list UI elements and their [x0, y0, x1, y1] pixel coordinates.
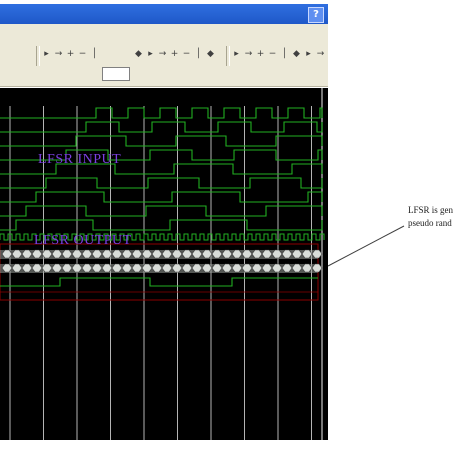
zoom-in-icon[interactable]: +	[66, 47, 75, 62]
cursor-icon[interactable]: │	[90, 47, 99, 62]
zoom-out-icon[interactable]: −	[268, 47, 277, 62]
input-signal	[0, 121, 323, 133]
run-icon[interactable]: ▸	[232, 47, 241, 62]
zoom-out-icon[interactable]: −	[78, 47, 87, 62]
run-icon[interactable]: ▸	[42, 47, 51, 62]
step-icon[interactable]: →	[244, 47, 253, 62]
step-icon[interactable]: →	[54, 47, 63, 62]
zoom-field[interactable]	[102, 67, 130, 81]
zoom-in-icon[interactable]: +	[256, 47, 265, 62]
input-signal	[0, 191, 323, 203]
simulator-window: ? ▸ → + − │ ◆ ▸ → + − │ ◆ ▸ → + − │ ◆ ▸ → LFSR INPUT LFSR O…	[0, 0, 328, 440]
input-signal	[0, 219, 323, 231]
cursor-icon[interactable]: │	[280, 47, 289, 62]
toolbar-separator	[36, 46, 40, 66]
annotation-pointer	[327, 225, 405, 267]
annotation-line-2: pseudo rand	[408, 218, 452, 228]
input-signal	[0, 205, 323, 217]
lfsr-output-label: LFSR OUTPUT	[34, 233, 132, 248]
cursor-icon[interactable]: │	[194, 47, 203, 62]
input-signal	[0, 177, 323, 189]
input-signal	[0, 135, 323, 147]
toolbar-separator	[226, 46, 230, 66]
marker-icon[interactable]: ◆	[206, 47, 215, 62]
run-icon[interactable]: ▸	[146, 47, 155, 62]
lfsr-input-label: LFSR INPUT	[38, 152, 122, 167]
toolbar: ▸ → + − │ ◆ ▸ → + − │ ◆ ▸ → + − │ ◆ ▸ →	[0, 24, 328, 87]
input-signal	[0, 107, 323, 119]
marker-icon[interactable]: ◆	[134, 47, 143, 62]
output-signal	[0, 277, 318, 287]
zoom-in-icon[interactable]: +	[170, 47, 179, 62]
annotation-line	[327, 225, 405, 267]
marker-icon[interactable]: ◆	[292, 47, 301, 62]
annotation-text: LFSR is gen pseudo rand	[408, 204, 474, 230]
waveform-viewer[interactable]: LFSR INPUT LFSR OUTPUT	[0, 88, 328, 440]
step-icon[interactable]: →	[158, 47, 167, 62]
title-bar: ?	[0, 4, 328, 24]
annotation-line-1: LFSR is gen	[408, 205, 454, 215]
waveform-canvas	[0, 88, 325, 440]
run-icon[interactable]: ▸	[304, 47, 313, 62]
help-button[interactable]: ?	[308, 7, 324, 23]
zoom-out-icon[interactable]: −	[182, 47, 191, 62]
step-icon[interactable]: →	[316, 47, 325, 62]
